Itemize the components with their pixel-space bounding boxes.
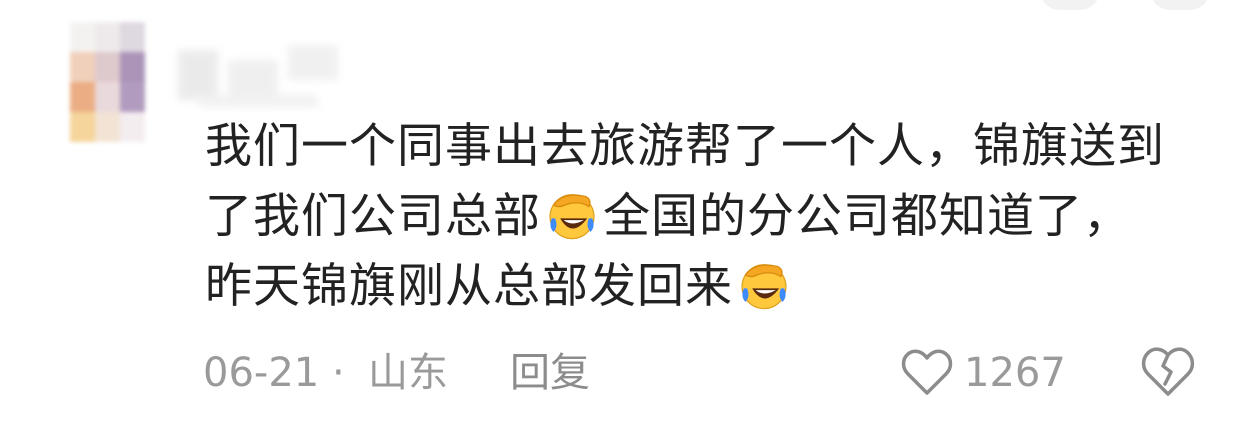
meta-separator: ·: [332, 350, 345, 396]
top-decor-shape: [1040, 0, 1100, 10]
username-blurred[interactable]: [178, 40, 348, 110]
comment-line-2b: 全国的分公司都知道了，: [603, 189, 1131, 244]
facepalm-laugh-emoji: [549, 194, 595, 240]
comment-location: 山东: [368, 350, 448, 396]
reply-button[interactable]: 回复: [510, 343, 590, 403]
comment-line-2a: 了我们公司总部: [205, 189, 541, 244]
facepalm-laugh-emoji: [741, 264, 787, 310]
comment-line-3: 昨天锦旗刚从总部发回来: [205, 259, 733, 314]
comment-text: 我们一个同事出去旅游帮了一个人，锦旗送到 了我们公司总部 全国的分公司都知道了，…: [205, 112, 1215, 322]
like-button[interactable]: 1267: [900, 340, 1066, 406]
avatar[interactable]: [70, 22, 170, 142]
like-count: 1267: [964, 350, 1066, 396]
comment-line-1: 我们一个同事出去旅游帮了一个人，锦旗送到: [205, 119, 1165, 174]
heart-outline-icon: [901, 349, 953, 395]
broken-heart-icon[interactable]: [1140, 344, 1196, 400]
top-decor-shape: [1150, 0, 1210, 10]
comment-date: 06-21: [203, 350, 320, 396]
